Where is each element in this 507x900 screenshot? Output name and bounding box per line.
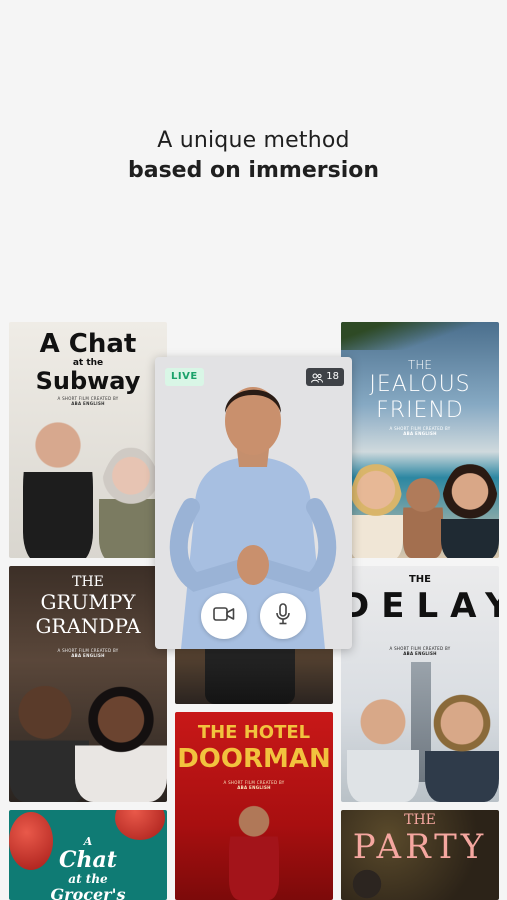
poster-the-grumpy-grandpa[interactable]: THE GRUMPY GRANDPA A SHORT FILM CREATED … bbox=[9, 566, 167, 802]
person-figure bbox=[23, 412, 93, 558]
poster-credit: A SHORT FILM CREATED BY ABA ENGLISH bbox=[223, 780, 285, 790]
title-line: FRIEND bbox=[376, 398, 464, 423]
title-line: THE bbox=[72, 574, 104, 590]
headline: A unique method based on immersion bbox=[0, 126, 507, 186]
title-line: Grocer's bbox=[50, 885, 126, 900]
title-line: THE bbox=[408, 574, 432, 585]
person-figure bbox=[99, 447, 163, 558]
live-badge: LIVE bbox=[165, 368, 204, 386]
title-line: DELAY bbox=[341, 586, 499, 626]
poster-title: A Chat at the Subway bbox=[9, 330, 167, 394]
poster-credit: A SHORT FILM CREATED BY ABA ENGLISH bbox=[57, 648, 119, 658]
poster-credit: A SHORT FILM CREATED BY ABA ENGLISH bbox=[389, 646, 451, 656]
instructor-illustration bbox=[169, 387, 337, 649]
poster-title: THE GRUMPY GRANDPA bbox=[9, 574, 167, 638]
headline-line-2: based on immersion bbox=[127, 158, 380, 183]
poster-the-party[interactable]: THE PARTY bbox=[341, 810, 499, 900]
title-line: at the bbox=[68, 872, 108, 886]
poster-title: THE JEALOUS FRIEND bbox=[341, 358, 499, 424]
title-line: Subway bbox=[35, 367, 141, 395]
poster-partial-dark[interactable] bbox=[175, 648, 333, 704]
poster-the-hotel-doorman[interactable]: THE HOTEL DOORMAN A SHORT FILM CREATED B… bbox=[175, 712, 333, 900]
title-line: THE bbox=[404, 812, 436, 828]
poster-chat-at-the-subway[interactable]: A Chat at the Subway A SHORT FILM CREATE… bbox=[9, 322, 167, 558]
title-line: GRUMPY bbox=[40, 590, 136, 614]
poster-title: THE DELAY bbox=[341, 574, 499, 626]
person-figure bbox=[75, 684, 167, 802]
title-line: DOORMAN bbox=[177, 744, 331, 774]
person-figure bbox=[347, 684, 419, 802]
title-line: Chat bbox=[59, 847, 117, 873]
live-video-card[interactable]: LIVE 18 bbox=[155, 357, 352, 649]
title-line: GRANDPA bbox=[35, 614, 141, 638]
person-figure bbox=[425, 686, 499, 802]
poster-title: THE HOTEL DOORMAN bbox=[175, 722, 333, 774]
poster-the-delay[interactable]: THE DELAY A SHORT FILM CREATED BYABA ENG… bbox=[341, 566, 499, 802]
person-figure bbox=[441, 462, 499, 558]
people-icon bbox=[311, 372, 324, 383]
title-line: THE bbox=[408, 358, 432, 372]
poster-title: THE PARTY bbox=[341, 812, 499, 866]
instructor-figure bbox=[155, 357, 352, 649]
person-figure bbox=[229, 804, 279, 900]
person-figure bbox=[347, 868, 387, 900]
title-line: PARTY bbox=[352, 827, 488, 867]
person-figure bbox=[349, 460, 403, 558]
person-figure bbox=[205, 648, 295, 704]
video-toggle-button[interactable] bbox=[201, 593, 247, 639]
title-line: JEALOUS bbox=[369, 372, 471, 397]
viewer-count-badge: 18 bbox=[306, 368, 344, 386]
title-line: THE HOTEL bbox=[197, 722, 311, 743]
viewer-count: 18 bbox=[326, 371, 339, 382]
poster-credit: A SHORT FILM CREATED BY ABA ENGLISH bbox=[389, 426, 451, 436]
headline-line-1: A unique method bbox=[157, 128, 350, 153]
poster-the-jealous-friend[interactable]: THE JEALOUS FRIEND A SHORT FILM CREATED … bbox=[341, 322, 499, 558]
title-line: A Chat bbox=[39, 329, 137, 359]
person-figure bbox=[403, 474, 443, 558]
poster-credit: A SHORT FILM CREATED BY ABA ENGLISH bbox=[57, 396, 119, 406]
poster-chat-at-the-grocers[interactable]: A Chat at the Grocer's bbox=[9, 810, 167, 900]
video-camera-icon bbox=[213, 606, 235, 626]
microphone-toggle-button[interactable] bbox=[260, 593, 306, 639]
poster-title: A Chat at the Grocer's bbox=[9, 836, 167, 900]
microphone-icon bbox=[275, 603, 291, 629]
palm-leaves bbox=[341, 322, 499, 350]
